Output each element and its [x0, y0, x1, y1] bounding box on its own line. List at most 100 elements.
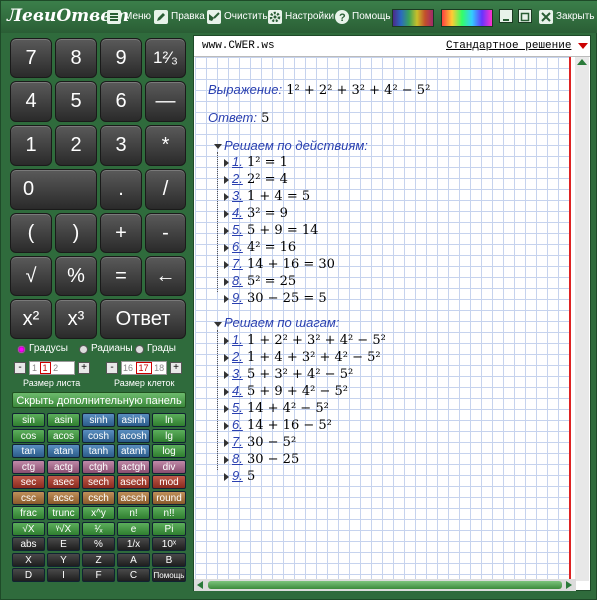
fn-key-1-0[interactable]: cos [12, 428, 45, 443]
step-number[interactable]: 3. [232, 188, 243, 203]
key-0[interactable]: 0 [10, 169, 97, 210]
radio-grads[interactable] [135, 345, 144, 354]
horizontal-scroll-thumb[interactable] [208, 581, 562, 589]
fn-key-10-4[interactable]: Помощь [152, 568, 186, 582]
radio-radians[interactable] [79, 345, 88, 354]
help-button[interactable]: ? Помощь [335, 8, 391, 26]
sheet-size-minus[interactable]: - [14, 362, 26, 374]
expand-arrow-icon[interactable] [224, 472, 229, 481]
step-number[interactable]: 1. [232, 332, 243, 347]
fn-key-9-2[interactable]: Z [82, 552, 115, 567]
step-number[interactable]: 4. [232, 383, 243, 398]
expand-arrow-icon[interactable] [224, 243, 229, 252]
fn-key-1-1[interactable]: acos [47, 428, 80, 443]
expand-arrow-icon[interactable] [224, 336, 229, 345]
key-sqrt[interactable]: √ [10, 256, 52, 296]
step-number[interactable]: 2. [232, 349, 243, 364]
key-close-paren[interactable]: ) [55, 213, 97, 253]
fn-key-0-2[interactable]: sinh [82, 413, 115, 427]
fn-key-6-3[interactable]: n! [117, 506, 150, 520]
solution-type-select[interactable]: Стандартное решение [446, 40, 571, 52]
fn-key-7-2[interactable]: ¹⁄ₓ [82, 521, 115, 536]
fn-key-5-4[interactable]: round [152, 490, 186, 505]
collapse-steps-icon[interactable] [214, 322, 222, 327]
fn-key-2-0[interactable]: tan [12, 444, 45, 458]
fn-key-10-1[interactable]: I [47, 568, 80, 582]
fn-key-4-0[interactable]: sec [12, 475, 45, 489]
fn-key-0-1[interactable]: asin [47, 413, 80, 427]
fn-key-5-2[interactable]: csch [82, 490, 115, 505]
expand-arrow-icon[interactable] [224, 455, 229, 464]
expand-arrow-icon[interactable] [224, 158, 229, 167]
fn-key-4-3[interactable]: asech [117, 475, 150, 489]
key-2[interactable]: 2 [55, 125, 97, 166]
vertical-scrollbar[interactable] [575, 57, 589, 581]
scroll-right-icon[interactable] [566, 581, 572, 589]
fn-key-7-0[interactable]: √X [12, 521, 45, 536]
fn-key-2-1[interactable]: atan [47, 444, 80, 458]
fn-key-2-3[interactable]: atanh [117, 444, 150, 458]
key-divide[interactable]: / [145, 169, 186, 210]
clear-button[interactable]: Очистить [207, 8, 268, 26]
fn-key-4-2[interactable]: sech [82, 475, 115, 489]
chevron-down-icon[interactable] [578, 43, 588, 49]
fn-key-9-3[interactable]: A [117, 552, 150, 567]
expand-arrow-icon[interactable] [224, 260, 229, 269]
answer-button[interactable]: Ответ [100, 299, 186, 339]
fn-key-5-1[interactable]: acsc [47, 490, 80, 505]
fn-key-8-4[interactable]: 10ˣ [152, 537, 186, 551]
fn-key-7-4[interactable]: Pi [152, 521, 186, 536]
fn-key-8-3[interactable]: 1/x [117, 537, 150, 551]
fn-key-6-2[interactable]: x^y [82, 506, 115, 520]
key-4[interactable]: 4 [10, 81, 52, 122]
fn-key-3-0[interactable]: ctg [12, 459, 45, 474]
fn-key-7-1[interactable]: ᵞ√X [47, 521, 80, 536]
step-number[interactable]: 9. [232, 290, 243, 305]
key-equals[interactable]: = [100, 256, 142, 296]
fn-key-5-3[interactable]: acsch [117, 490, 150, 505]
step-number[interactable]: 6. [232, 417, 243, 432]
sheet-size-plus[interactable]: + [78, 362, 90, 374]
radio-degrees[interactable] [17, 345, 26, 354]
expand-arrow-icon[interactable] [224, 175, 229, 184]
fn-key-0-3[interactable]: asinh [117, 413, 150, 427]
key-7[interactable]: 7 [10, 38, 52, 78]
maximize-button[interactable] [518, 9, 532, 23]
step-number[interactable]: 3. [232, 366, 243, 381]
step-number[interactable]: 2. [232, 171, 243, 186]
key-minus[interactable]: - [145, 213, 186, 253]
fn-key-8-0[interactable]: abs [12, 537, 45, 551]
key-3[interactable]: 3 [100, 125, 142, 166]
step-number[interactable]: 4. [232, 205, 243, 220]
fn-key-8-2[interactable]: % [82, 537, 115, 551]
expand-arrow-icon[interactable] [224, 277, 229, 286]
fn-key-7-3[interactable]: e [117, 521, 150, 536]
cell-size-field[interactable]: 16 17 18 [121, 361, 167, 375]
fn-key-9-1[interactable]: Y [47, 552, 80, 567]
key-square[interactable]: x² [10, 299, 52, 339]
key-cube[interactable]: x³ [55, 299, 97, 339]
cell-size-minus[interactable]: - [106, 362, 118, 374]
fn-key-1-4[interactable]: lg [152, 428, 186, 443]
expand-arrow-icon[interactable] [224, 438, 229, 447]
step-number[interactable]: 7. [232, 434, 243, 449]
fn-key-10-3[interactable]: C [117, 568, 150, 582]
fn-key-6-4[interactable]: n!! [152, 506, 186, 520]
fn-key-4-1[interactable]: asec [47, 475, 80, 489]
menu-button[interactable]: Меню [107, 8, 151, 26]
fn-key-8-1[interactable]: E [47, 537, 80, 551]
expand-arrow-icon[interactable] [224, 294, 229, 303]
expand-arrow-icon[interactable] [224, 226, 229, 235]
fn-key-3-4[interactable]: div [152, 459, 186, 474]
collapse-actions-icon[interactable] [214, 144, 222, 149]
scroll-up-icon[interactable] [577, 59, 587, 65]
fn-key-6-0[interactable]: frac [12, 506, 45, 520]
expand-arrow-icon[interactable] [224, 404, 229, 413]
expand-arrow-icon[interactable] [224, 421, 229, 430]
step-number[interactable]: 9. [232, 468, 243, 483]
key-multiply[interactable]: * [145, 125, 186, 166]
key-8[interactable]: 8 [55, 38, 97, 78]
theme-palette-dark[interactable] [392, 9, 434, 27]
step-number[interactable]: 1. [232, 154, 243, 169]
expand-arrow-icon[interactable] [224, 353, 229, 362]
